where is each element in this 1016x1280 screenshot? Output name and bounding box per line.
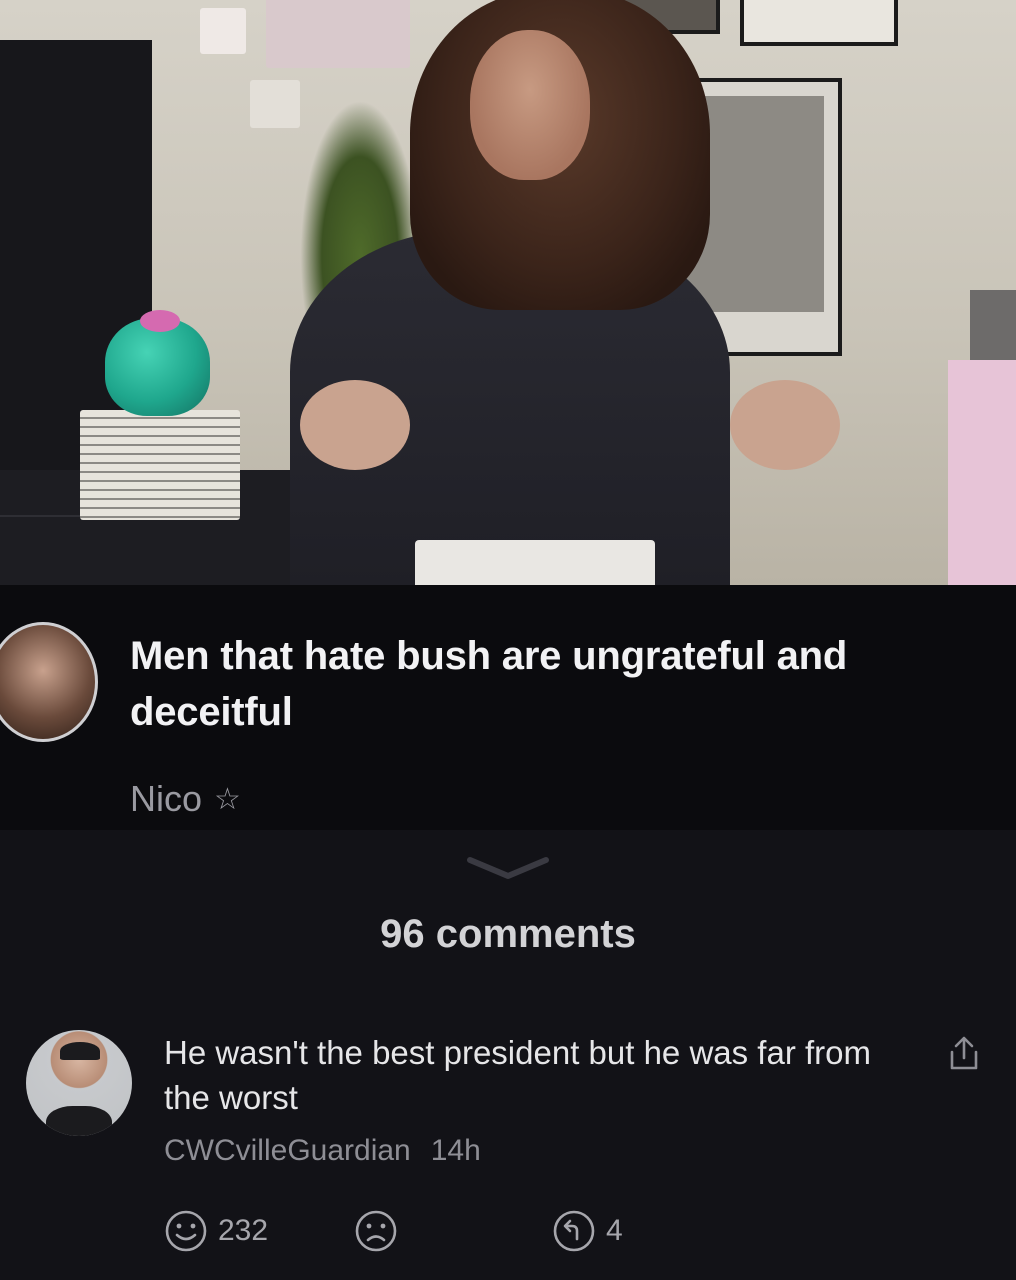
reply-button[interactable]: 4 [552, 1209, 623, 1253]
comment-meta: CWCvilleGuardian 14h [164, 1134, 481, 1168]
share-icon[interactable] [944, 1034, 984, 1074]
wall-sticker [200, 8, 246, 54]
dislike-button[interactable] [354, 1209, 552, 1253]
star-icon: ☆ [214, 782, 241, 816]
comment-time: 14h [430, 1134, 481, 1167]
wall-sticker [250, 80, 300, 128]
chevron-down-icon[interactable] [464, 852, 552, 882]
wall-sticker [266, 0, 410, 68]
wall-frame [740, 0, 898, 46]
post-title: Men that hate bush are ungrateful and de… [130, 634, 848, 734]
comment-text: He wasn't the best president but he was … [164, 1034, 871, 1116]
comments-count: 96 comments [380, 912, 636, 956]
commenter-avatar[interactable] [26, 1030, 132, 1136]
hand [730, 380, 840, 470]
smile-icon [165, 1210, 207, 1252]
post-author[interactable]: Nico ☆ [130, 778, 241, 820]
like-button[interactable]: 232 [164, 1209, 354, 1253]
author-name[interactable]: Nico [130, 778, 202, 820]
comment-actions: 232 4 [164, 1208, 623, 1254]
paper [415, 540, 655, 585]
reply-icon [553, 1210, 595, 1252]
hand [300, 380, 410, 470]
toy-figure [105, 318, 210, 416]
video-thumbnail[interactable] [0, 0, 1016, 585]
person-face [470, 30, 590, 180]
frown-icon [355, 1210, 397, 1252]
like-count: 232 [218, 1214, 269, 1247]
book-stack [80, 410, 240, 520]
reply-count: 4 [606, 1214, 623, 1247]
background-shelf [948, 360, 1016, 585]
comment-username[interactable]: CWCvilleGuardian [164, 1134, 411, 1168]
